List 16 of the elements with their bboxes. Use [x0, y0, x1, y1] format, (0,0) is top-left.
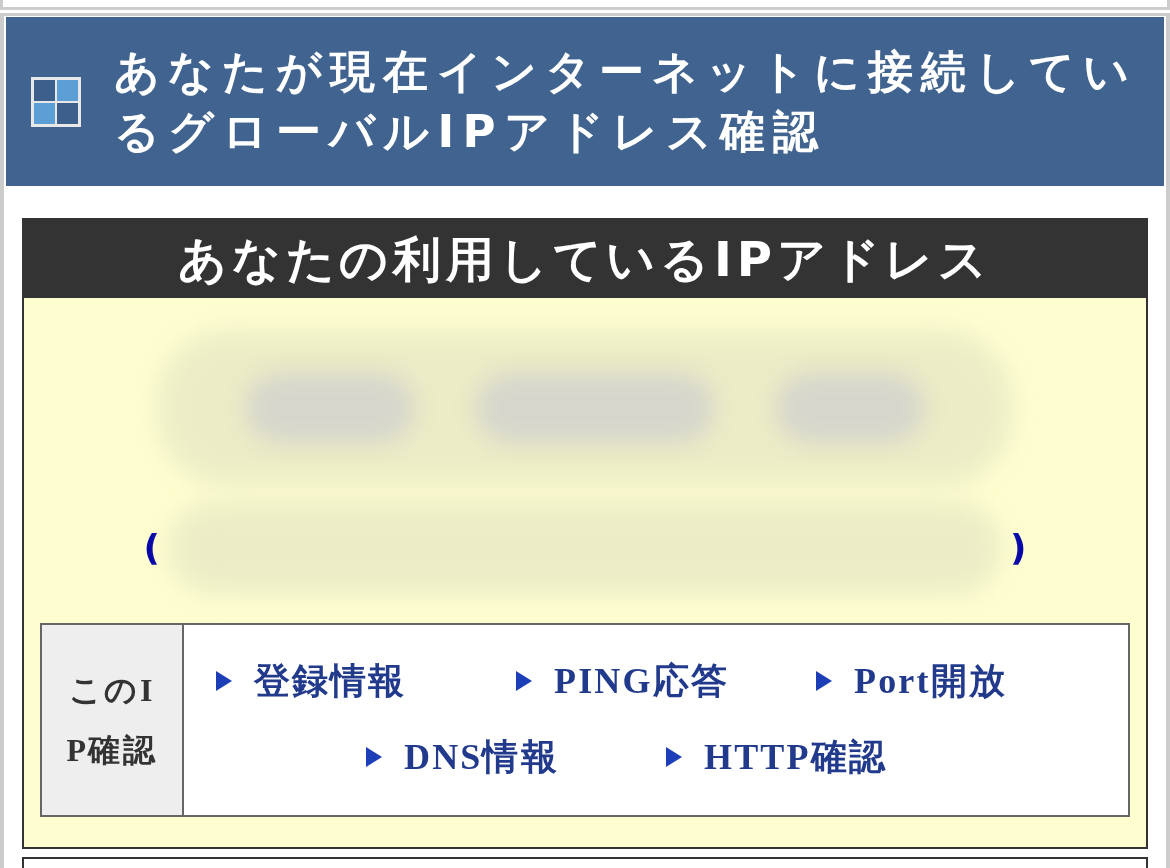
triangle-icon: [516, 671, 532, 691]
check-label: このIP確認: [65, 671, 159, 770]
triangle-icon: [666, 747, 682, 767]
check-link[interactable]: HTTP確認: [666, 731, 887, 783]
check-link[interactable]: PING応答: [516, 655, 729, 707]
host-paren: ): [1010, 526, 1027, 570]
panel-title: あなたの利用しているIPアドレス: [178, 230, 992, 289]
triangle-icon: [366, 747, 382, 767]
host-paren: (: [143, 526, 160, 570]
check-link[interactable]: 登録情報: [216, 655, 407, 707]
check-link[interactable]: Port開放: [816, 655, 1007, 707]
triangle-icon: [816, 671, 832, 691]
section-title: あなたが現在インターネットに接続しているグローバルIPアドレス確認: [114, 43, 1138, 160]
triangle-icon: [216, 671, 232, 691]
check-link[interactable]: DNS情報: [366, 731, 559, 783]
grid-icon: [30, 75, 82, 128]
